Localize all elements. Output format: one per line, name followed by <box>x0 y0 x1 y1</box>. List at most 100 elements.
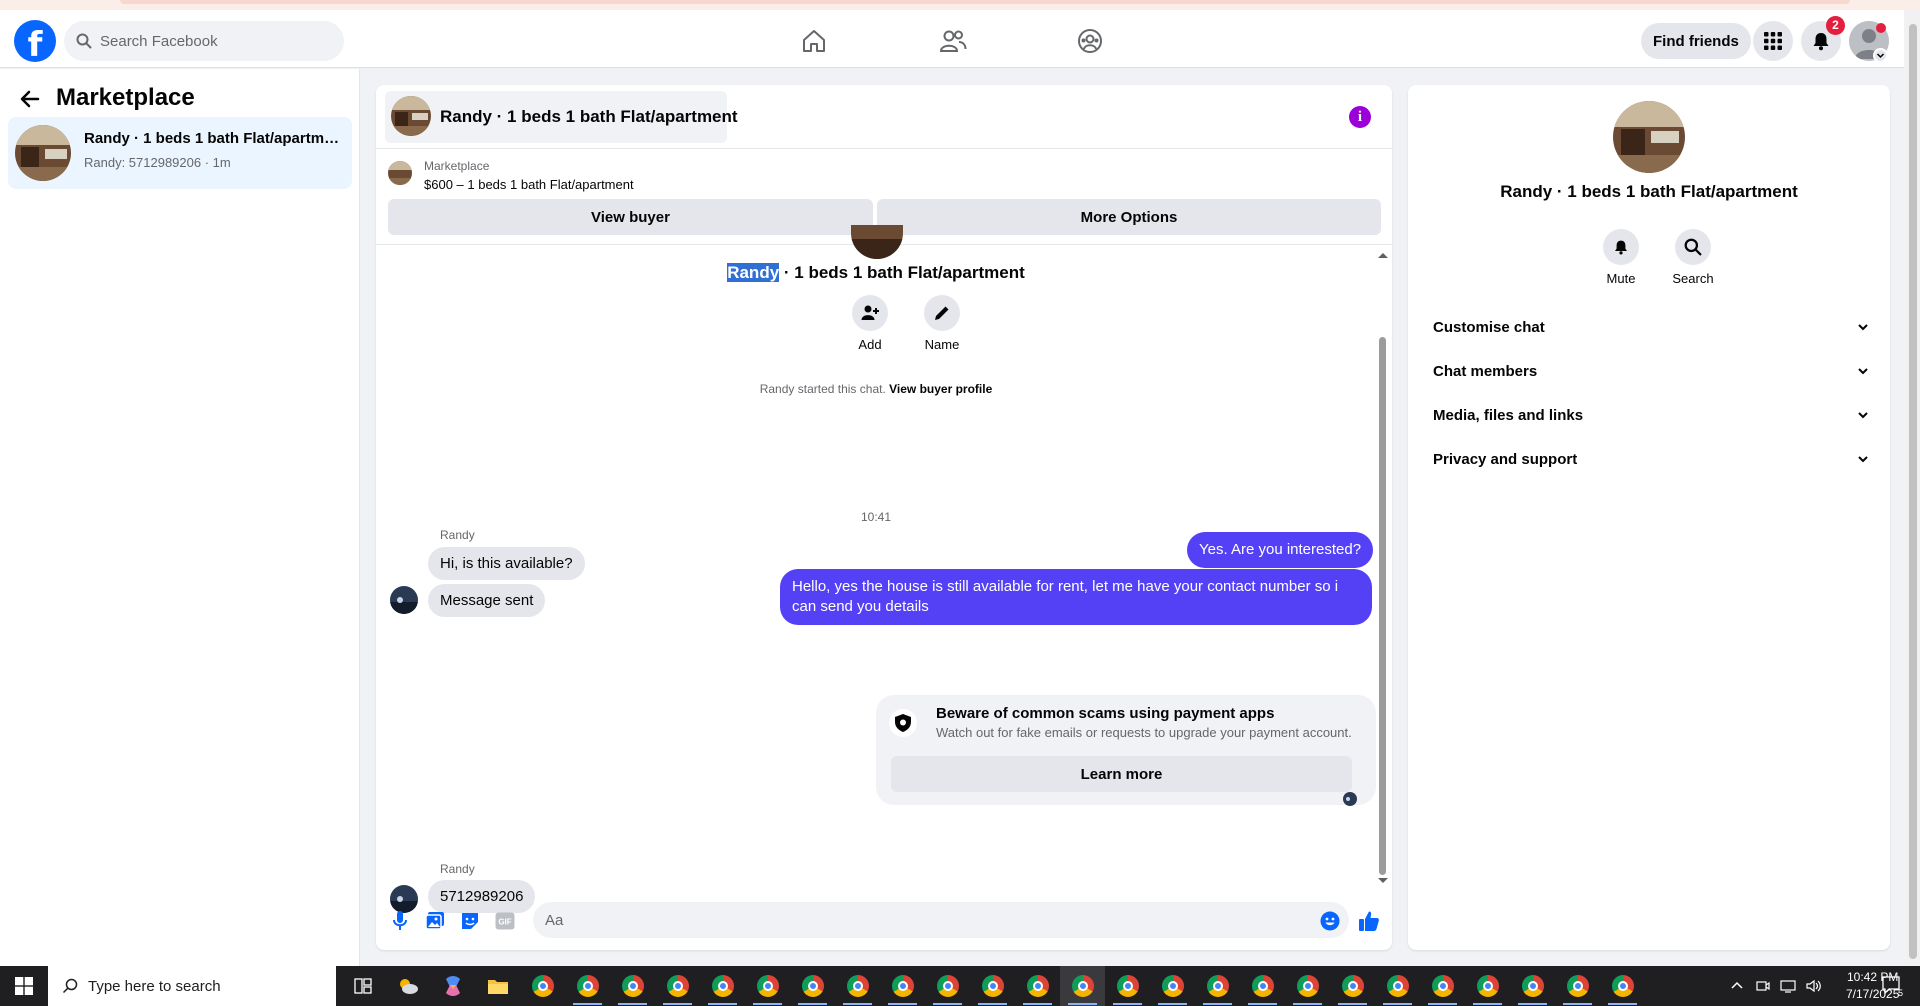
chrome-profile-icon[interactable] <box>925 966 970 1006</box>
svg-text:GIF: GIF <box>498 918 511 927</box>
chevron-up-icon[interactable] <box>1730 979 1744 993</box>
message-input[interactable] <box>533 902 1349 938</box>
conversation-item[interactable]: Randy · 1 beds 1 bath Flat/apartme... Ra… <box>8 117 352 189</box>
chrome-icon[interactable] <box>520 966 565 1006</box>
chrome-profile-icon[interactable] <box>565 966 610 1006</box>
chrome-profile-icon[interactable] <box>1510 966 1555 1006</box>
chrome-profile-icon[interactable] <box>1600 966 1645 1006</box>
scroll-up-arrow[interactable] <box>1378 253 1388 258</box>
chat-title: Randy · 1 beds 1 bath Flat/apartment <box>440 107 738 126</box>
chat-details-panel: Randy · 1 beds 1 bath Flat/apartment Mut… <box>1408 85 1890 950</box>
chrome-profile-icon[interactable] <box>970 966 1015 1006</box>
sender-name: Randy <box>440 862 475 876</box>
chat-avatar-large[interactable] <box>1613 101 1685 173</box>
marketplace-sidebar: Marketplace Randy · 1 beds 1 bath Flat/a… <box>0 69 360 966</box>
find-friends-button[interactable]: Find friends <box>1641 23 1751 59</box>
seen-indicator-avatar <box>1343 792 1357 806</box>
home-nav-icon[interactable] <box>790 24 838 58</box>
chrome-profile-icon[interactable] <box>1555 966 1600 1006</box>
facebook-logo-icon[interactable]: f <box>14 20 56 62</box>
search-in-chat-action[interactable]: Search <box>1663 229 1723 286</box>
action-center-count: 5 <box>1898 988 1903 998</box>
chrome-profile-icon[interactable] <box>1240 966 1285 1006</box>
chrome-profile-icon[interactable] <box>880 966 925 1006</box>
taskbar-search[interactable]: Type here to search <box>48 966 336 1006</box>
search-icon <box>76 33 92 49</box>
chrome-profile-icon[interactable] <box>1465 966 1510 1006</box>
facebook-header: f Find friends 2 <box>0 10 1904 68</box>
add-person-icon <box>852 295 888 331</box>
photo-icon[interactable] <box>424 910 446 932</box>
info-icon[interactable]: i <box>1349 106 1371 128</box>
privacy-support-section[interactable]: Privacy and support <box>1416 439 1882 479</box>
chat-scrollbar[interactable] <box>1379 337 1386 875</box>
shield-icon <box>889 709 917 737</box>
outgoing-message[interactable]: Hello, yes the house is still available … <box>780 569 1372 625</box>
listing-price-title[interactable]: $600 – 1 beds 1 bath Flat/apartment <box>424 177 634 192</box>
sender-name: Randy <box>440 528 475 542</box>
chrome-profile-icon-active[interactable] <box>1060 966 1105 1006</box>
chat-members-section[interactable]: Chat members <box>1416 351 1882 391</box>
gif-icon[interactable]: GIF <box>494 910 516 932</box>
view-buyer-profile-link[interactable]: View buyer profile <box>889 382 992 396</box>
search-icon <box>1675 229 1711 265</box>
media-files-links-section[interactable]: Media, files and links <box>1416 395 1882 435</box>
search-input[interactable] <box>100 32 320 50</box>
chrome-profile-icon[interactable] <box>1150 966 1195 1006</box>
chrome-profile-icon[interactable] <box>1105 966 1150 1006</box>
chrome-profile-icon[interactable] <box>1330 966 1375 1006</box>
chrome-profile-icon[interactable] <box>610 966 655 1006</box>
meet-now-icon[interactable] <box>1756 979 1770 993</box>
bell-icon <box>1603 229 1639 265</box>
task-view-icon[interactable] <box>340 966 385 1006</box>
file-explorer-icon[interactable] <box>475 966 520 1006</box>
copilot-icon[interactable] <box>430 966 475 1006</box>
chrome-profile-icon[interactable] <box>745 966 790 1006</box>
chrome-profile-icon[interactable] <box>700 966 745 1006</box>
message-composer: GIF <box>376 888 1392 950</box>
chevron-down-icon[interactable] <box>1873 48 1888 63</box>
network-icon[interactable] <box>1780 979 1796 993</box>
weather-icon[interactable] <box>385 966 430 1006</box>
chrome-profile-icon[interactable] <box>655 966 700 1006</box>
customise-chat-section[interactable]: Customise chat <box>1416 307 1882 347</box>
scroll-down-arrow[interactable] <box>1378 878 1388 883</box>
chat-intro-title: Randy · 1 beds 1 bath Flat/apartment <box>376 263 1376 283</box>
page-scrollbar[interactable] <box>1909 24 1917 959</box>
chrome-profile-icon[interactable] <box>1015 966 1060 1006</box>
back-arrow-icon[interactable] <box>18 87 42 111</box>
sender-avatar[interactable] <box>390 586 418 614</box>
action-center-icon[interactable]: 5 <box>1880 974 1904 1002</box>
profile-notification-dot <box>1876 23 1886 33</box>
more-options-button[interactable]: More Options <box>877 199 1381 235</box>
windows-start-icon[interactable] <box>0 966 48 1006</box>
thumbs-up-icon[interactable] <box>1358 910 1380 932</box>
chrome-profile-icon[interactable] <box>1195 966 1240 1006</box>
search-label: Search <box>1672 271 1714 286</box>
conversation-preview: Randy: 5712989206 · 1m <box>84 155 231 170</box>
view-buyer-button[interactable]: View buyer <box>388 199 873 235</box>
friends-nav-icon[interactable] <box>929 24 977 58</box>
incoming-message[interactable]: Hi, is this available? <box>428 547 585 580</box>
groups-nav-icon[interactable] <box>1066 24 1114 58</box>
volume-icon[interactable] <box>1806 979 1822 993</box>
chrome-profile-icon[interactable] <box>1375 966 1420 1006</box>
microphone-icon[interactable] <box>389 910 411 932</box>
facebook-search[interactable] <box>64 21 344 61</box>
mute-label: Mute <box>1606 271 1636 286</box>
emoji-icon[interactable] <box>1319 910 1341 932</box>
chrome-profile-icon[interactable] <box>1420 966 1465 1006</box>
sticker-icon[interactable] <box>459 910 481 932</box>
chrome-profile-icon[interactable] <box>790 966 835 1006</box>
name-action[interactable]: Name <box>912 295 972 352</box>
chrome-profile-icon[interactable] <box>835 966 880 1006</box>
add-people-action[interactable]: Add <box>840 295 900 352</box>
chat-avatar-large <box>851 225 903 259</box>
message-thread[interactable]: Randy · 1 beds 1 bath Flat/apartment Add… <box>376 225 1392 913</box>
outgoing-message[interactable]: Yes. Are you interested? <box>1187 532 1374 568</box>
menu-grid-icon[interactable] <box>1753 21 1793 61</box>
learn-more-button[interactable]: Learn more <box>891 756 1352 792</box>
chrome-profile-icon[interactable] <box>1285 966 1330 1006</box>
mute-action[interactable]: Mute <box>1591 229 1651 286</box>
incoming-message[interactable]: Message sent <box>428 584 546 617</box>
